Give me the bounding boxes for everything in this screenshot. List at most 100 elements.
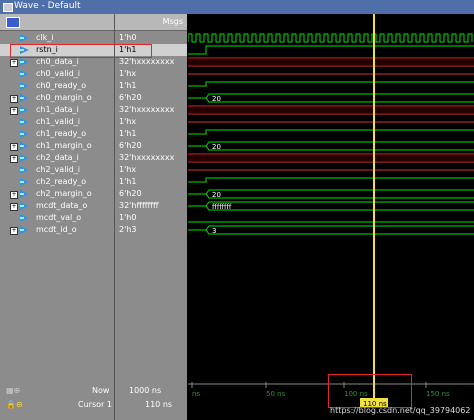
highlight-box-rstn [10,44,152,58]
ch2-margin-label: 20 [212,191,221,199]
expand-icon[interactable]: + [10,155,18,163]
signal-icon [20,202,29,210]
signal-name: mcdt_val_o [36,213,82,222]
signal-name: ch2_ready_o [36,177,87,186]
expand-icon[interactable]: + [10,95,18,103]
timeline-tick-label: 150 ns [426,390,450,398]
signal-name: mcdt_id_o [36,225,77,234]
signal-icon [20,226,29,234]
expand-icon[interactable]: + [10,227,18,235]
value-row: 1'h1 [115,176,187,188]
ch0-margin-label: 20 [212,95,221,103]
signal-row-ch1_margin_o[interactable]: + ch1_margin_o [0,140,114,152]
value-row: 1'h0 [115,32,187,44]
signal-name: ch2_valid_i [36,165,80,174]
window-title: Wave - Default [14,1,81,11]
bus-unknown-fill [188,58,474,66]
signal-name: ch0_ready_o [36,81,87,90]
waveform-area[interactable]: 20 20 20 ffffffff 3 [187,14,474,380]
signal-icon [20,214,29,222]
bus-unknown-fill [188,154,474,162]
bus-unknown-fill [188,106,474,114]
value-row: 6'h20 [115,92,187,104]
signal-row-ch2_valid_i[interactable]: ch2_valid_i [0,164,114,176]
value-row: 1'hx [115,68,187,80]
signal-value: 1'h1 [119,81,137,90]
signal-icon [20,118,29,126]
ch1-margin-bus [188,141,474,151]
status-area: Now Cursor 1 ▦⊕ 🔒⊝ 1000 ns 110 ns ns 50 n… [0,374,474,420]
signal-row-clk_i[interactable]: clk_i [0,32,114,44]
cursor-label: Cursor 1 [78,400,112,409]
timeline-tick-label: 50 ns [266,390,286,398]
signal-name: mcdt_data_o [36,201,88,210]
signal-names-panel: clk_i rstn_i + ch0_data_i ch0_valid_i ch0_rea… [0,14,114,380]
signal-icon [20,142,29,150]
signal-row-ch1_ready_o[interactable]: ch1_ready_o [0,128,114,140]
value-row: 32'hffffffff [115,200,187,212]
signal-icon [20,94,29,102]
signal-value: 1'h0 [119,213,137,222]
signal-value: 32'hxxxxxxxx [119,105,175,114]
expand-icon[interactable]: + [10,59,18,67]
signal-value: 1'hx [119,117,137,126]
title-bar: Wave - Default [0,0,474,14]
value-row: 32'hxxxxxxxx [115,104,187,116]
cursor-lock-icon[interactable]: 🔒⊝ [6,400,23,409]
mcdt-id-label: 3 [212,227,216,235]
signal-icon [20,154,29,162]
signal-icon [20,58,29,66]
signal-row-ch0_ready_o[interactable]: ch0_ready_o [0,80,114,92]
value-row: 6'h20 [115,188,187,200]
expand-icon[interactable]: + [10,203,18,211]
signal-value: 1'h0 [119,33,137,42]
toolbar-icon[interactable] [6,17,20,28]
signal-icon [20,178,29,186]
expand-icon[interactable]: + [10,107,18,115]
signal-row-ch2_data_i[interactable]: + ch2_data_i [0,152,114,164]
signal-name: clk_i [36,33,54,42]
signal-name: ch1_ready_o [36,129,87,138]
signal-name: ch1_valid_i [36,117,80,126]
msgs-label: Msgs [162,17,183,26]
signal-row-ch2_margin_o[interactable]: + ch2_margin_o [0,188,114,200]
signal-row-ch1_data_i[interactable]: + ch1_data_i [0,104,114,116]
status-values: 1000 ns 110 ns [114,380,187,420]
signal-value: 1'h1 [119,177,137,186]
signal-icon [20,70,29,78]
signal-name: ch1_data_i [36,105,79,114]
signal-icon [20,130,29,138]
signal-row-mcdt_val_o[interactable]: mcdt_val_o [0,212,114,224]
now-label: Now [92,386,110,395]
signal-icon [20,106,29,114]
signal-name: ch0_data_i [36,57,79,66]
signal-value: 1'hx [119,165,137,174]
status-names: Now Cursor 1 ▦⊕ 🔒⊝ [0,380,114,420]
expand-icon[interactable]: + [10,143,18,151]
signal-row-ch1_valid_i[interactable]: ch1_valid_i [0,116,114,128]
ch2-margin-bus [188,189,474,199]
now-value: 1000 ns [129,386,162,395]
signal-row-mcdt_data_o[interactable]: + mcdt_data_o [0,200,114,212]
waveform-svg: 20 20 20 ffffffff 3 [187,14,474,380]
ch1-margin-label: 20 [212,143,221,151]
signal-row-ch2_ready_o[interactable]: ch2_ready_o [0,176,114,188]
signal-row-mcdt_id_o[interactable]: + mcdt_id_o [0,224,114,236]
signal-row-ch0_valid_i[interactable]: ch0_valid_i [0,68,114,80]
signal-icon [20,34,29,42]
watermark: https://blog.csdn.net/qq_39794062 [330,406,471,415]
signal-row-ch0_margin_o[interactable]: + ch0_margin_o [0,92,114,104]
now-icon: ▦⊕ [6,386,21,395]
clk-wave [187,33,473,43]
signal-name: ch2_data_i [36,153,79,162]
signal-icon [20,190,29,198]
signal-value: 32'hxxxxxxxx [119,153,175,162]
expand-icon[interactable]: + [10,191,18,199]
value-row: 1'h1 [115,80,187,92]
signal-name: ch0_margin_o [36,93,92,102]
mcdt-id-bus [188,225,474,235]
signal-value: 1'hx [119,69,137,78]
values-header: Msgs [115,14,187,31]
value-row: 32'hxxxxxxxx [115,152,187,164]
signal-value: 2'h3 [119,225,137,234]
